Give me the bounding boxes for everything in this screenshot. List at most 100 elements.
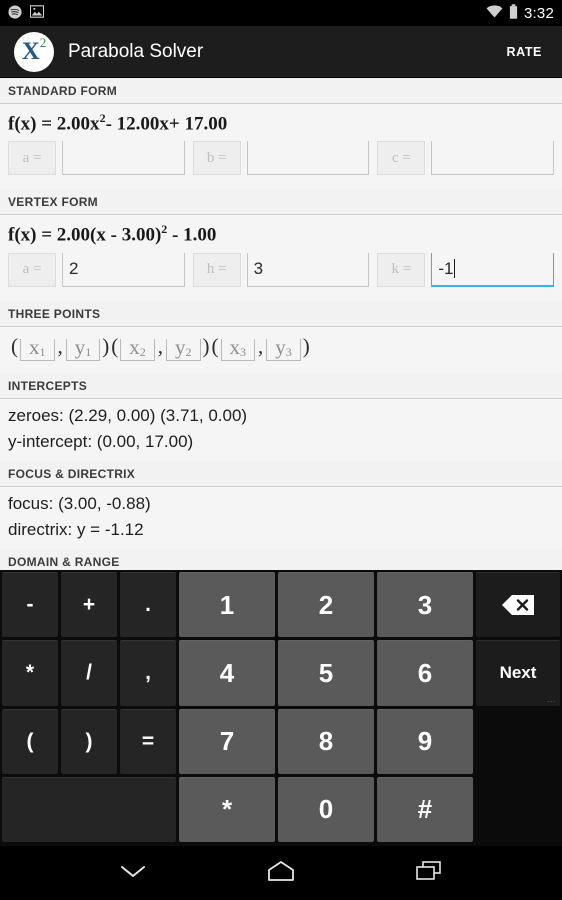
result-focus: focus: (3.00, -0.88) (8, 493, 151, 513)
section-body-focus-directrix: focus: (3.00, -0.88) directrix: y = -1.1… (0, 486, 562, 550)
standard-form-formula-suffix: - 12.00x+ 17.00 (105, 113, 228, 135)
input-point1-y-sub: 1 (85, 344, 92, 359)
key-5[interactable]: 5 (278, 640, 374, 706)
input-vertex-k[interactable]: -1 (431, 252, 555, 287)
standard-form-formula-prefix: f(x) = 2.00x (8, 113, 100, 135)
result-directrix: directrix: y = -1.12 (8, 520, 144, 540)
key-0[interactable]: 0 (278, 776, 374, 842)
input-point2-y-sub: 2 (185, 344, 192, 359)
input-point3-x[interactable]: x3 (220, 335, 255, 361)
spotify-icon (8, 4, 22, 22)
paren-close-2: ) (202, 333, 210, 358)
input-vertex-a-value: 2 (69, 259, 79, 279)
key-asterisk[interactable]: * (179, 776, 275, 842)
image-icon (29, 5, 45, 21)
input-point3-x-var: x (229, 334, 241, 359)
key-backspace[interactable] (476, 572, 560, 638)
input-vertex-h[interactable]: 3 (246, 252, 370, 287)
key-next[interactable]: Next ... (476, 640, 560, 706)
nav-home-button[interactable] (261, 858, 301, 888)
nav-back-button[interactable] (113, 858, 153, 888)
home-icon (266, 860, 296, 887)
vertex-form-formula-prefix: f(x) = 2.00(x - 3.00) (8, 224, 162, 246)
label-vertex-k: k = (377, 252, 426, 287)
backspace-icon (501, 594, 535, 616)
battery-icon (509, 4, 518, 22)
input-point1-y[interactable]: y1 (65, 335, 101, 361)
section-header-three-points: THREE POINTS (0, 300, 562, 327)
key-3[interactable]: 3 (377, 572, 473, 638)
app-screen: 3:32 X2 Parabola Solver RATE STANDARD FO… (0, 0, 562, 900)
key-minus[interactable]: - (2, 572, 58, 638)
key-asterisk-left[interactable]: * (2, 640, 58, 706)
key-next-label: Next (499, 663, 537, 683)
key-equals[interactable]: = (120, 708, 176, 774)
input-point2-x-sub: 2 (139, 344, 146, 359)
keyboard-spacer-row3 (476, 709, 560, 774)
input-point1-x-sub: 1 (39, 344, 46, 359)
paren-open-3: ( (211, 333, 219, 358)
input-standard-c[interactable] (431, 141, 555, 176)
key-7[interactable]: 7 (179, 708, 275, 774)
app-bar: X2 Parabola Solver RATE (0, 26, 562, 78)
comma-3: , (258, 333, 264, 358)
input-point1-x-var: x (29, 334, 40, 359)
key-space[interactable] (2, 776, 176, 842)
section-body-intercepts: zeroes: (2.29, 0.00) (3.71, 0.00) y-inte… (0, 398, 562, 461)
input-point2-y[interactable]: y2 (166, 335, 201, 361)
status-bar-clock: 3:32 (524, 4, 554, 22)
key-9[interactable]: 9 (377, 708, 473, 774)
key-6[interactable]: 6 (377, 640, 473, 706)
comma-2: , (157, 333, 163, 358)
input-vertex-a[interactable]: 2 (62, 252, 185, 287)
keyboard-row-1: - + . 1 2 3 (2, 572, 560, 638)
vertex-form-formula-suffix: - 1.00 (167, 224, 217, 246)
label-standard-a: a = (8, 141, 56, 176)
input-point1-x[interactable]: x1 (20, 335, 55, 361)
app-logo: X2 (14, 31, 54, 72)
standard-form-formula: f(x) = 2.00x2- 12.00x+ 17.00 (8, 108, 554, 137)
key-slash[interactable]: / (61, 640, 117, 706)
section-header-intercepts: INTERCEPTS (0, 372, 562, 399)
input-point2-x[interactable]: x2 (120, 335, 155, 361)
label-vertex-h: h = (192, 252, 241, 287)
status-bar: 3:32 (0, 0, 562, 26)
section-body-three-points: ( x1 , y1 ) ( x2 , y2 ) ( x3 , y3 ) (0, 326, 562, 373)
section-body-standard-form: f(x) = 2.00x2- 12.00x+ 17.00 a = b = c = (0, 104, 562, 190)
key-2[interactable]: 2 (278, 572, 374, 638)
paren-close-1: ) (102, 333, 110, 358)
rate-button[interactable]: RATE (501, 39, 549, 65)
result-y-intercept: y-intercept: (0.00, 17.00) (8, 431, 194, 451)
key-next-hint: ... (547, 696, 556, 704)
input-standard-b[interactable] (246, 141, 370, 176)
vertex-form-formula: f(x) = 2.00(x - 3.00)2 - 1.00 (8, 219, 554, 248)
input-vertex-k-value: -1 (438, 258, 454, 278)
key-period[interactable]: . (120, 572, 176, 638)
paren-open-1: ( (11, 333, 18, 358)
input-point3-y[interactable]: y3 (266, 335, 301, 361)
input-point2-y-var: y (175, 334, 186, 359)
main-content: STANDARD FORM f(x) = 2.00x2- 12.00x+ 17.… (0, 78, 562, 638)
input-point3-y-var: y (275, 334, 286, 359)
key-hash[interactable]: # (377, 776, 473, 842)
nav-recents-button[interactable] (409, 858, 449, 888)
key-8[interactable]: 8 (278, 708, 374, 774)
key-comma[interactable]: , (120, 640, 176, 706)
key-paren-close[interactable]: ) (61, 708, 117, 774)
input-point1-y-var: y (74, 334, 86, 359)
key-4[interactable]: 4 (179, 640, 275, 706)
key-paren-open[interactable]: ( (2, 708, 58, 774)
input-vertex-h-value: 3 (253, 259, 264, 279)
vertex-form-field-row: a = 2 h = 3 k = -1 (8, 249, 555, 295)
system-navigation-bar (0, 846, 562, 900)
keyboard-spacer-row4 (476, 777, 560, 842)
standard-form-field-row: a = b = c = (8, 137, 555, 183)
key-plus[interactable]: + (61, 572, 117, 638)
paren-open-2: ( (111, 333, 119, 358)
chevron-down-icon (118, 862, 148, 885)
key-1[interactable]: 1 (179, 572, 275, 638)
input-standard-a[interactable] (62, 141, 185, 176)
app-logo-base: X (21, 38, 40, 65)
input-point3-x-sub: 3 (240, 344, 246, 359)
label-standard-b: b = (192, 141, 241, 176)
